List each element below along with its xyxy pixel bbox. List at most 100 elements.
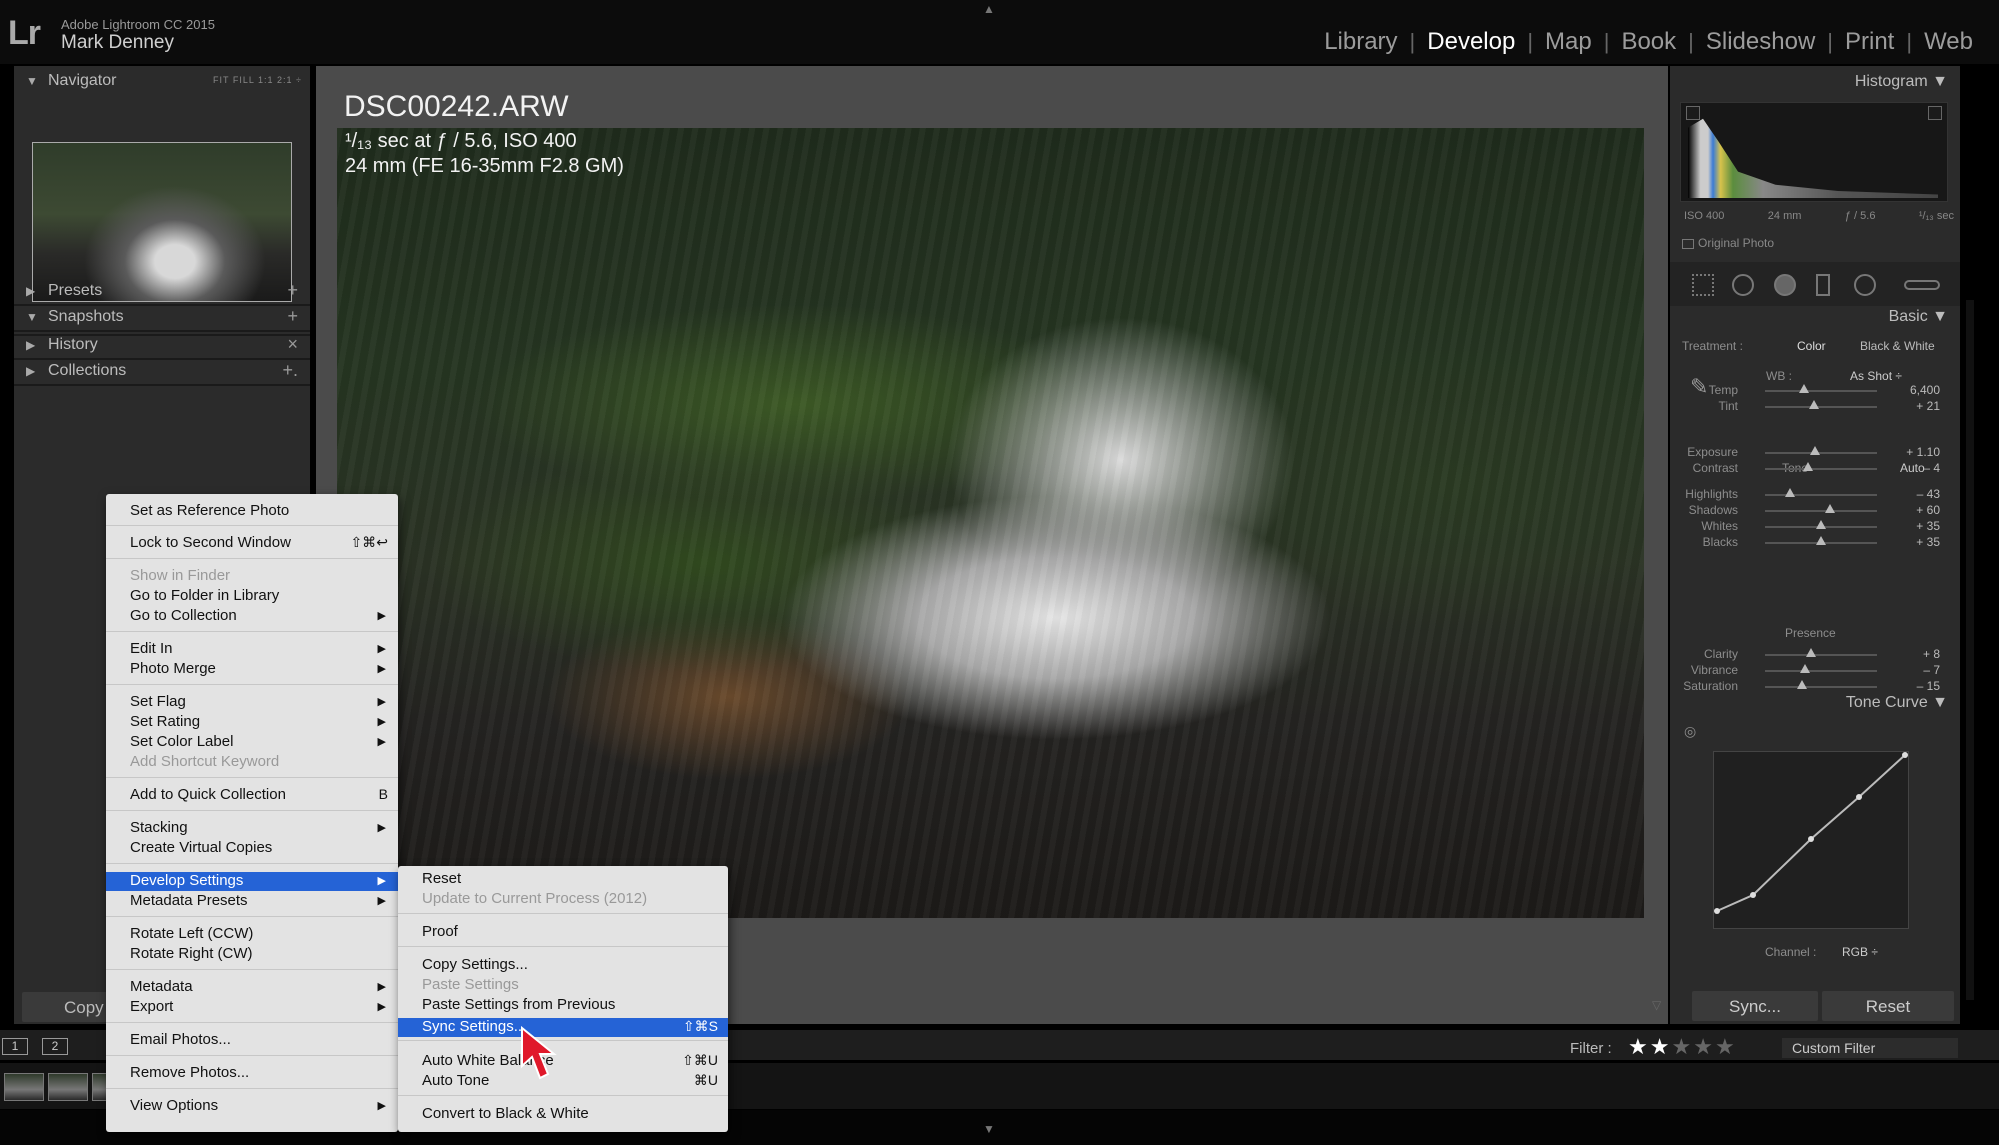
slider-contrast[interactable]: Contrast – 4 — [1670, 460, 1960, 478]
slider-track[interactable] — [1765, 494, 1877, 496]
toolbar-toggle-icon[interactable]: ▽ — [1652, 998, 1661, 1012]
target-adjust-icon[interactable]: ◎ — [1684, 723, 1696, 740]
menu-item-paste-settings-from-previous[interactable]: Paste Settings from Previous — [398, 996, 728, 1015]
view-2-button[interactable]: 2 — [42, 1038, 68, 1055]
slider-tint[interactable]: Tint + 21 — [1670, 398, 1960, 416]
crop-tool-icon[interactable] — [1692, 274, 1714, 296]
filmstrip-thumbnail[interactable] — [48, 1073, 88, 1101]
menu-item-proof[interactable]: Proof — [398, 923, 728, 942]
panel-action-icon[interactable]: × — [287, 334, 298, 355]
module-print[interactable]: Print — [1833, 28, 1906, 56]
module-develop[interactable]: Develop — [1415, 28, 1527, 56]
menu-item-create-virtual-copies[interactable]: Create Virtual Copies — [106, 839, 398, 858]
menu-item-add-to-quick-collection[interactable]: Add to Quick Collection B — [106, 786, 398, 805]
slider-track[interactable] — [1765, 390, 1877, 392]
menu-item-rotate-left-ccw[interactable]: Rotate Left (CCW) — [106, 925, 398, 944]
slider-value[interactable]: – 4 — [1923, 461, 1940, 475]
view-1-button[interactable]: 1 — [2, 1038, 28, 1055]
menu-item-develop-settings[interactable]: Develop Settings ▶ — [106, 872, 398, 891]
slider-thumb[interactable] — [1784, 488, 1795, 497]
tone-curve-header[interactable]: Tone Curve ▼ — [1846, 694, 1948, 712]
star-icon[interactable]: ★ — [1693, 1034, 1715, 1059]
menu-item-convert-to-black-white[interactable]: Convert to Black & White — [398, 1105, 728, 1124]
collapse-top-icon[interactable]: ▲ — [983, 2, 995, 16]
menu-item-set-rating[interactable]: Set Rating ▶ — [106, 713, 398, 732]
custom-filter-select[interactable]: Custom Filter — [1782, 1038, 1958, 1058]
slider-track[interactable] — [1765, 510, 1877, 512]
collapse-bottom-icon[interactable]: ▼ — [983, 1122, 995, 1136]
slider-track[interactable] — [1765, 654, 1877, 656]
wb-select[interactable]: As Shot ÷ — [1850, 369, 1902, 383]
menu-item-photo-merge[interactable]: Photo Merge ▶ — [106, 660, 398, 679]
slider-value[interactable]: + 35 — [1916, 519, 1940, 533]
slider-thumb[interactable] — [1810, 446, 1821, 455]
slider-track[interactable] — [1765, 452, 1877, 454]
panel-action-icon[interactable]: +. — [282, 360, 298, 381]
slider-thumb[interactable] — [1796, 680, 1807, 689]
graduated-filter-icon[interactable] — [1816, 274, 1830, 296]
slider-thumb[interactable] — [1805, 648, 1816, 657]
slider-value[interactable]: + 8 — [1923, 647, 1940, 661]
treatment-bw-option[interactable]: Black & White — [1860, 339, 1935, 353]
menu-item-go-to-collection[interactable]: Go to Collection ▶ — [106, 607, 398, 626]
star-icon[interactable]: ★ — [1628, 1034, 1650, 1059]
panel-snapshots[interactable]: ▼ Snapshots + — [14, 302, 310, 332]
slider-value[interactable]: + 1.10 — [1906, 445, 1940, 459]
slider-value[interactable]: + 21 — [1916, 399, 1940, 413]
basic-header[interactable]: Basic ▼ — [1889, 308, 1948, 326]
main-photo[interactable] — [337, 128, 1644, 918]
menu-item-go-to-folder-in-library[interactable]: Go to Folder in Library — [106, 587, 398, 606]
menu-item-metadata[interactable]: Metadata ▶ — [106, 978, 398, 997]
menu-item-lock-to-second-window[interactable]: Lock to Second Window ⇧⌘↩ — [106, 534, 398, 553]
slider-track[interactable] — [1765, 406, 1877, 408]
spot-removal-icon[interactable] — [1732, 274, 1754, 296]
shadow-clipping-icon[interactable] — [1686, 106, 1700, 120]
module-library[interactable]: Library — [1312, 28, 1409, 56]
slider-value[interactable]: – 7 — [1923, 663, 1940, 677]
treatment-color-option[interactable]: Color — [1797, 339, 1826, 353]
menu-item-remove-photos[interactable]: Remove Photos... — [106, 1064, 398, 1083]
slider-value[interactable]: + 35 — [1916, 535, 1940, 549]
menu-item-auto-tone[interactable]: Auto Tone ⌘U — [398, 1072, 728, 1091]
slider-blacks[interactable]: Blacks + 35 — [1670, 534, 1960, 552]
slider-thumb[interactable] — [1802, 462, 1813, 471]
slider-thumb[interactable] — [1824, 504, 1835, 513]
slider-value[interactable]: 6,400 — [1910, 383, 1940, 397]
original-photo-toggle[interactable]: Original Photo — [1682, 236, 1774, 250]
panel-action-icon[interactable]: + — [287, 280, 298, 301]
slider-value[interactable]: – 43 — [1917, 487, 1940, 501]
menu-item-set-flag[interactable]: Set Flag ▶ — [106, 693, 398, 712]
module-map[interactable]: Map — [1533, 28, 1604, 56]
reset-button[interactable]: Reset — [1822, 991, 1954, 1021]
star-icon[interactable]: ★ — [1715, 1034, 1737, 1059]
menu-item-edit-in[interactable]: Edit In ▶ — [106, 640, 398, 659]
menu-item-rotate-right-cw[interactable]: Rotate Right (CW) — [106, 945, 398, 964]
slider-track[interactable] — [1765, 468, 1877, 470]
module-book[interactable]: Book — [1609, 28, 1688, 56]
module-web[interactable]: Web — [1912, 28, 1985, 56]
menu-item-view-options[interactable]: View Options ▶ — [106, 1097, 398, 1116]
slider-value[interactable]: – 15 — [1917, 679, 1940, 693]
highlight-clipping-icon[interactable] — [1928, 106, 1942, 120]
slider-thumb[interactable] — [1809, 400, 1820, 409]
menu-item-email-photos[interactable]: Email Photos... — [106, 1031, 398, 1050]
slider-thumb[interactable] — [1816, 536, 1826, 545]
star-icon[interactable]: ★ — [1650, 1034, 1672, 1059]
navigator-zoom-options[interactable]: FIT FILL 1:1 2:1 ÷ — [213, 75, 302, 85]
histogram-header[interactable]: Histogram ▼ — [1855, 73, 1948, 91]
panel-collections[interactable]: ▶ Collections +. — [14, 356, 310, 386]
red-eye-icon[interactable] — [1774, 274, 1796, 296]
slider-track[interactable] — [1765, 686, 1877, 688]
panel-action-icon[interactable]: + — [287, 306, 298, 327]
menu-item-auto-white-balance[interactable]: Auto White Balance ⇧⌘U — [398, 1052, 728, 1071]
menu-item-set-as-reference-photo[interactable]: Set as Reference Photo — [106, 502, 398, 521]
filter-rating[interactable]: ★★★★★ — [1628, 1034, 1737, 1060]
menu-item-metadata-presets[interactable]: Metadata Presets ▶ — [106, 892, 398, 911]
module-slideshow[interactable]: Slideshow — [1694, 28, 1827, 56]
star-icon[interactable]: ★ — [1671, 1034, 1693, 1059]
radial-filter-icon[interactable] — [1854, 274, 1876, 296]
slider-thumb[interactable] — [1800, 664, 1811, 673]
slider-track[interactable] — [1765, 670, 1877, 672]
filmstrip-thumbnail[interactable] — [4, 1073, 44, 1101]
slider-thumb[interactable] — [1816, 520, 1826, 529]
